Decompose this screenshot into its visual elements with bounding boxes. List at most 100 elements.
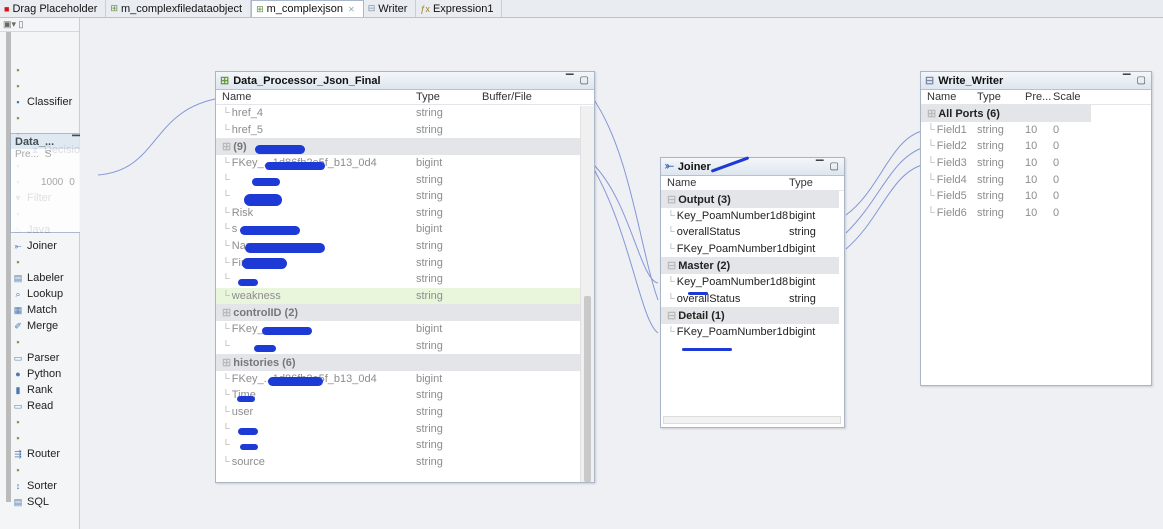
expand-icon[interactable]: ⊟	[667, 260, 676, 272]
link-line	[845, 164, 923, 250]
group-row[interactable]: ⊟ Master (2)	[661, 257, 839, 274]
data-processor-window[interactable]: ⊞ Data_Processor_Json_Final ▔ ▢ Name Type…	[215, 71, 595, 483]
field-row[interactable]: └ source string	[216, 453, 580, 470]
field-type: bigint	[416, 323, 443, 336]
group-row[interactable]: ⊞ All Ports (6)	[921, 105, 1091, 122]
field-row[interactable]: └ string	[216, 420, 580, 437]
column-header: Name Type Buffer/File	[216, 90, 594, 105]
port-row[interactable]: └ Key_PoamNumber1d8... bigint	[661, 274, 839, 291]
writer-window[interactable]: ⊟ Write_Writer ▔ ▢ Name Type Pre... Scale…	[920, 71, 1152, 386]
field-row[interactable]: └ user string	[216, 404, 580, 421]
writer-field-scale: 0	[1053, 123, 1060, 136]
field-type: string	[416, 206, 443, 219]
writer-field-pre: 10	[1025, 206, 1038, 219]
maximize-icon[interactable]: ▢	[830, 161, 839, 172]
writer-field-pre: 10	[1025, 157, 1038, 170]
field-name: FKey_	[231, 323, 264, 336]
writer-field-type: string	[977, 173, 1004, 186]
group-row[interactable]: ⊟ Output (3)	[661, 191, 839, 208]
port-name: FKey_PoamNumber1d...	[676, 326, 789, 339]
writer-field-name: Field3	[936, 157, 967, 170]
writer-icon: ⊟	[925, 75, 935, 87]
field-name: href_4	[231, 107, 263, 120]
link-line	[845, 147, 923, 234]
tree-branch-icon: └	[927, 173, 935, 186]
tree-branch-icon: └	[222, 455, 230, 468]
writer-field-name: Field6	[936, 206, 967, 219]
tree-branch-icon: └	[927, 190, 935, 203]
writer-field-pre: 10	[1025, 123, 1038, 136]
writer-field-row[interactable]: └ Field5 string 10 0	[921, 188, 1091, 205]
horizontal-scrollbar[interactable]	[663, 416, 841, 424]
redaction-mark	[682, 348, 732, 351]
expand-icon[interactable]: ⊞	[222, 307, 231, 319]
writer-field-type: string	[977, 123, 1004, 136]
writer-field-row[interactable]: └ Field4 string 10 0	[921, 171, 1091, 188]
expand-icon[interactable]: ⊞	[222, 357, 231, 369]
port-row[interactable]: └ FKey_PoamNumber1d... bigint	[661, 324, 839, 341]
field-row[interactable]: └ Risk string	[216, 205, 580, 222]
redaction-mark	[238, 428, 258, 435]
window-title-bar[interactable]: ⊟ Write_Writer ▔ ▢	[921, 72, 1151, 90]
tree-branch-icon: └	[222, 323, 230, 336]
field-type: string	[416, 256, 443, 269]
redaction-mark	[238, 279, 258, 286]
field-row[interactable]: └ href_4 string	[216, 105, 580, 122]
redaction-mark	[237, 396, 255, 402]
field-row[interactable]: └ weakness string	[216, 287, 580, 305]
scrollbar-thumb[interactable]	[584, 296, 591, 482]
field-name: histories (6)	[233, 356, 296, 369]
port-row[interactable]: └ overallStatus string	[661, 224, 839, 241]
writer-field-row[interactable]: └ Field6 string 10 0	[921, 205, 1091, 222]
minimize-icon[interactable]: ▔	[1123, 75, 1131, 86]
redaction-mark	[262, 327, 312, 335]
port-type: bigint	[789, 326, 816, 339]
field-name: controlID (2)	[233, 306, 298, 319]
field-name: (9)	[233, 140, 247, 153]
port-name: overallStatus	[676, 292, 741, 305]
field-row[interactable]: └Timestring	[216, 387, 580, 404]
writer-field-scale: 0	[1053, 206, 1060, 219]
writer-field-row[interactable]: └ Field1 string 10 0	[921, 122, 1091, 139]
field-row[interactable]: └ string	[216, 437, 580, 454]
maximize-icon[interactable]: ▢	[1137, 75, 1146, 86]
writer-field-pre: 10	[1025, 173, 1038, 186]
field-row[interactable]: └ href_5 string	[216, 122, 580, 139]
window-title-bar[interactable]: ⤜ Joiner ▔ ▢	[661, 158, 844, 176]
group-row[interactable]: ⊞ histories (6)	[216, 353, 580, 371]
tree-branch-icon: └	[222, 240, 230, 253]
group-row[interactable]: ⊟ Detail (1)	[661, 307, 839, 324]
column-header: Name Type Pre... Scale	[921, 90, 1151, 105]
expand-icon[interactable]: ⊞	[222, 141, 231, 153]
vertical-scrollbar[interactable]	[580, 106, 594, 482]
writer-field-name: Field4	[936, 173, 967, 186]
field-type: bigint	[416, 157, 443, 170]
field-row[interactable]: └ string	[216, 271, 580, 288]
expand-icon[interactable]: ⊟	[667, 310, 676, 322]
window-title: Data_Processor_Json_Final	[233, 74, 381, 87]
minimize-icon[interactable]: ▔	[566, 75, 574, 86]
port-row[interactable]: └ Key_PoamNumber1d8... bigint	[661, 208, 839, 225]
minimize-icon[interactable]: ▔	[816, 161, 824, 172]
tree-branch-icon: └	[667, 226, 675, 239]
field-type: string	[416, 273, 443, 286]
expand-icon[interactable]: ⊟	[667, 194, 676, 206]
field-type: string	[416, 240, 443, 253]
port-name: Key_PoamNumber1d8...	[676, 209, 789, 222]
writer-field-row[interactable]: └ Field3 string 10 0	[921, 155, 1091, 172]
tree-branch-icon: └	[222, 206, 230, 219]
group-row[interactable]: ⊞ controlID (2)	[216, 304, 580, 321]
writer-field-row[interactable]: └ Field2 string 10 0	[921, 138, 1091, 155]
tree-branch-icon: └	[222, 289, 230, 302]
tree-branch-icon: └	[222, 256, 230, 269]
maximize-icon[interactable]: ▢	[580, 75, 589, 86]
field-name: Risk	[231, 206, 254, 219]
writer-field-scale: 0	[1053, 173, 1060, 186]
port-row[interactable]: └ FKey_PoamNumber1d... bigint	[661, 241, 839, 258]
port-type: bigint	[789, 209, 816, 222]
tree-branch-icon: └	[222, 173, 230, 186]
window-title-bar[interactable]: ⊞ Data_Processor_Json_Final ▔ ▢	[216, 72, 594, 90]
field-type: string	[416, 173, 443, 186]
port-type: bigint	[789, 276, 816, 289]
tree-branch-icon: └	[927, 140, 935, 153]
